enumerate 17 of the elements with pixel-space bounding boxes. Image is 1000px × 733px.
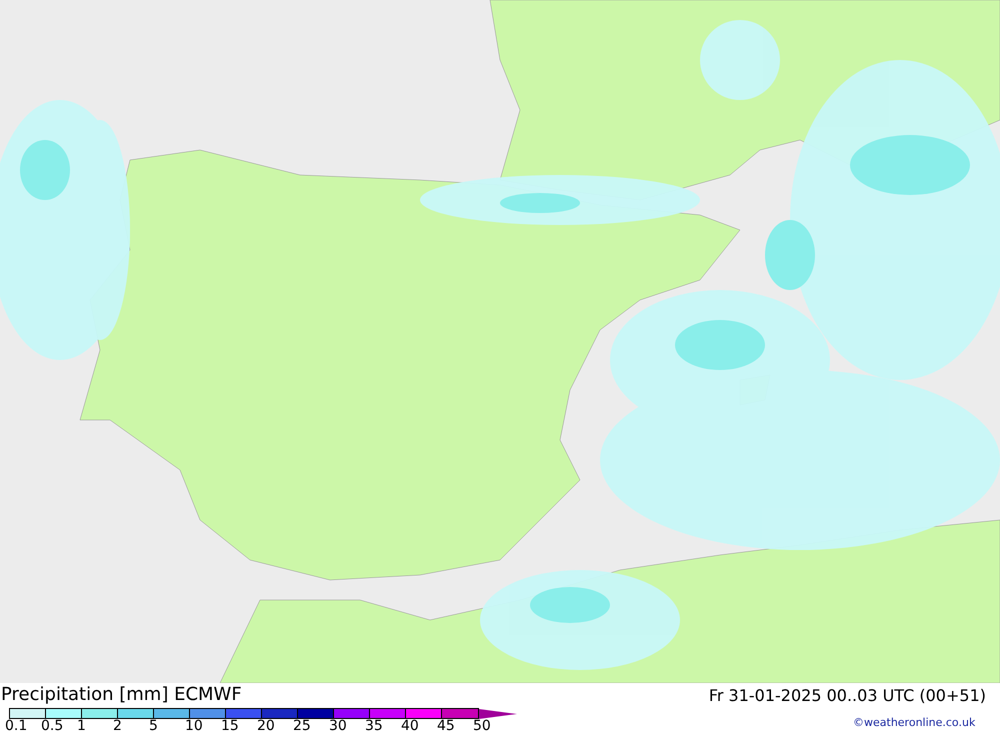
legend-tick-label: 30: [329, 719, 348, 733]
legend-tick-label: 0.1: [5, 719, 28, 733]
legend-tick-label: 40: [401, 719, 420, 733]
legend-tick-label: 0.5: [41, 719, 64, 733]
legend-tick-label: 10: [185, 719, 204, 733]
legend-tick-label: 25: [293, 719, 312, 733]
legend-tick-label: 1: [77, 719, 87, 733]
legend-tick-label: 20: [257, 719, 276, 733]
legend-tick-label: 45: [437, 719, 456, 733]
legend-tick-label: 15: [221, 719, 240, 733]
legend-tick-label: 2: [113, 719, 123, 733]
legend-tick-label: 50: [473, 719, 492, 733]
legend-tick-label: 35: [365, 719, 384, 733]
credit-text: ©weatheronline.co.uk: [853, 716, 976, 730]
legend-tick-label: 5: [149, 719, 159, 733]
valid-time: Fr 31-01-2025 00..03 UTC (00+51): [708, 685, 986, 707]
chart-title: Precipitation [mm] ECMWF: [1, 684, 242, 706]
